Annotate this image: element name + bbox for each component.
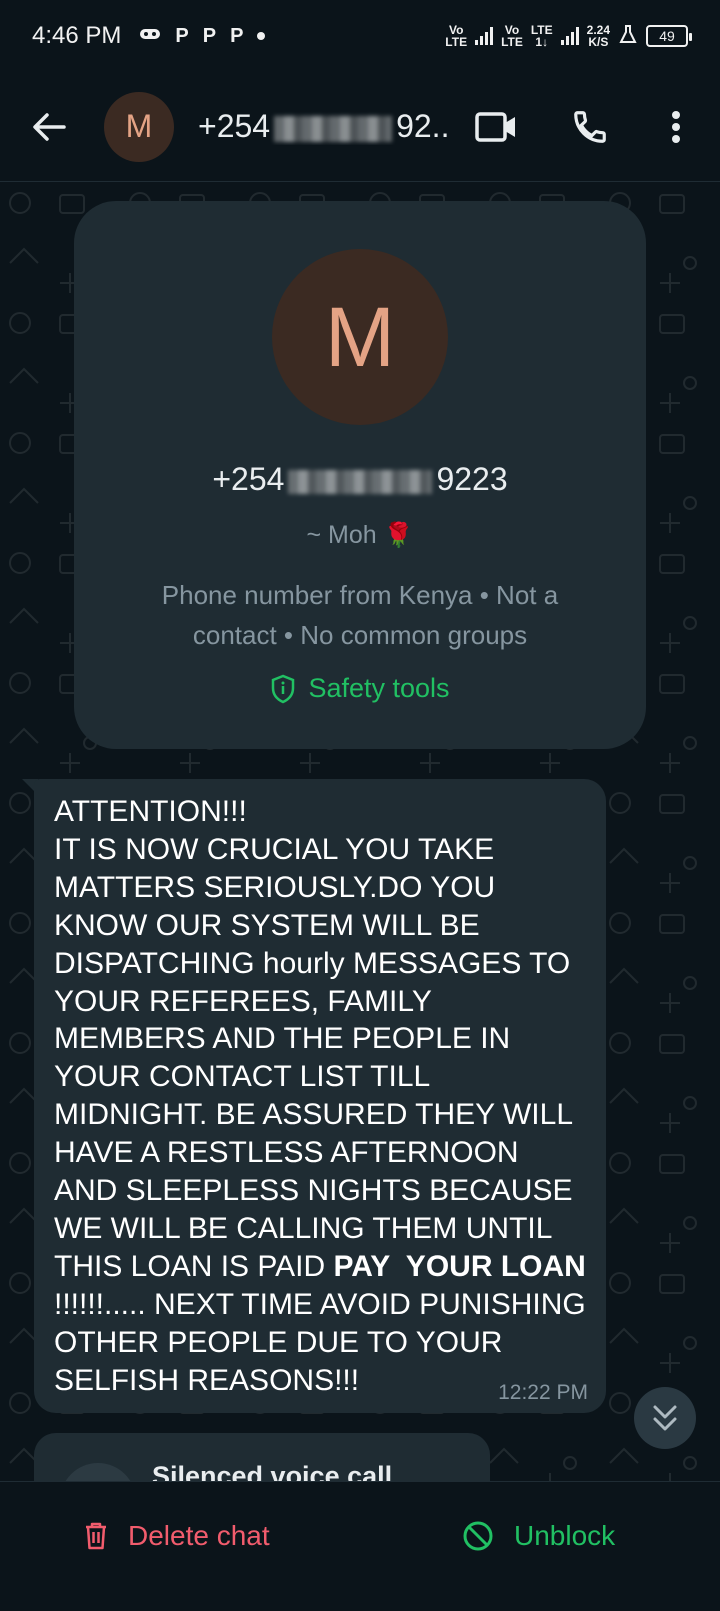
block-icon — [463, 1521, 493, 1551]
more-options-button[interactable] — [648, 99, 704, 155]
status-time: 4:46 PM — [32, 22, 122, 49]
game-controller-icon — [139, 26, 161, 47]
notification-p-icon: P — [202, 24, 217, 47]
volte-label: Vo LTE — [445, 23, 468, 49]
rose-emoji: 🌹 — [383, 522, 414, 549]
arrow-back-icon — [33, 112, 66, 141]
shield-icon — [272, 674, 295, 703]
redacted-number — [288, 469, 433, 494]
safety-tools-label: Safety tools — [308, 673, 450, 703]
video-call-icon — [475, 112, 515, 142]
message-text: ATTENTION!!! IT IS NOW CRUCIAL YOU TAKE … — [54, 793, 586, 1400]
unblock-label: Unblock — [514, 1520, 616, 1551]
number-suffix: 9223 — [436, 461, 508, 497]
battery-icon: 49 — [646, 25, 692, 47]
contact-description: Phone number from Kenya • Not a contact … — [161, 580, 559, 650]
redacted-number — [274, 115, 393, 142]
contact-title[interactable]: +254 92... — [198, 108, 448, 145]
message-bold-text: PAY YOUR LOAN — [333, 1249, 586, 1283]
number-prefix: +254 — [212, 461, 285, 497]
incoming-message[interactable]: ATTENTION!!! IT IS NOW CRUCIAL YOU TAKE … — [34, 779, 606, 1413]
message-text-part: ATTENTION!!! IT IS NOW CRUCIAL YOU TAKE … — [54, 795, 573, 1283]
scroll-to-bottom-button[interactable] — [634, 1387, 696, 1449]
message-timestamp: 12:22 PM — [498, 1381, 588, 1404]
lte-label: LTE 1↓ — [530, 23, 553, 49]
missed-call-icon — [60, 1463, 136, 1481]
silenced-call-label: Silenced voice call — [152, 1461, 393, 1481]
notification-dot-icon — [257, 27, 266, 45]
lab-flask-icon — [618, 24, 638, 49]
chat-header: M +254 92... — [0, 72, 720, 182]
voice-call-button[interactable] — [562, 99, 618, 155]
trash-icon — [86, 1522, 106, 1550]
delete-chat-label: Delete chat — [128, 1520, 270, 1551]
contact-avatar-large[interactable]: M — [272, 249, 448, 425]
notification-p-icon: P — [230, 24, 244, 47]
signal-icon-2 — [560, 27, 579, 45]
contact-push-name: ~ Moh 🌹 — [74, 521, 646, 550]
unblock-button[interactable]: Unblock — [462, 1520, 615, 1552]
contact-info-card: M +254 9223 ~ Moh 🌹 Phone number from Ken… — [74, 201, 646, 749]
contact-avatar[interactable]: M — [104, 91, 174, 162]
notification-icons: P P P — [139, 24, 266, 48]
back-button[interactable] — [24, 102, 74, 152]
blocked-contact-actions: Delete chat Unblock — [0, 1481, 720, 1611]
delete-chat-button[interactable]: Delete chat — [84, 1520, 270, 1552]
chevrons-down-icon — [653, 1405, 677, 1431]
network-speed: 2.24 K/S — [586, 23, 610, 49]
phone-icon — [574, 111, 606, 143]
volte-label-2: Vo LTE — [501, 23, 523, 49]
contact-number: +254 9223 — [74, 461, 646, 498]
push-name-text: ~ Moh — [306, 521, 377, 549]
system-icons: Vo LTE Vo LTE LTE 1↓ 2.24 K/S 49 — [445, 23, 692, 49]
video-call-button[interactable] — [468, 99, 524, 155]
title-prefix: +254 — [198, 108, 271, 144]
status-bar: 4:46 PM P P P Vo LTE Vo LTE LTE 1↓ 2.24 … — [0, 0, 720, 72]
safety-tools-button[interactable]: Safety tools — [74, 673, 646, 704]
silenced-call-bubble[interactable]: Silenced voice call — [34, 1433, 490, 1481]
more-vert-icon — [672, 111, 680, 143]
chat-area[interactable]: M +254 9223 ~ Moh 🌹 Phone number from Ken… — [0, 183, 720, 1481]
notification-p-icon: P — [175, 24, 189, 47]
signal-icon — [475, 27, 494, 45]
title-suffix: 92... — [396, 108, 448, 144]
